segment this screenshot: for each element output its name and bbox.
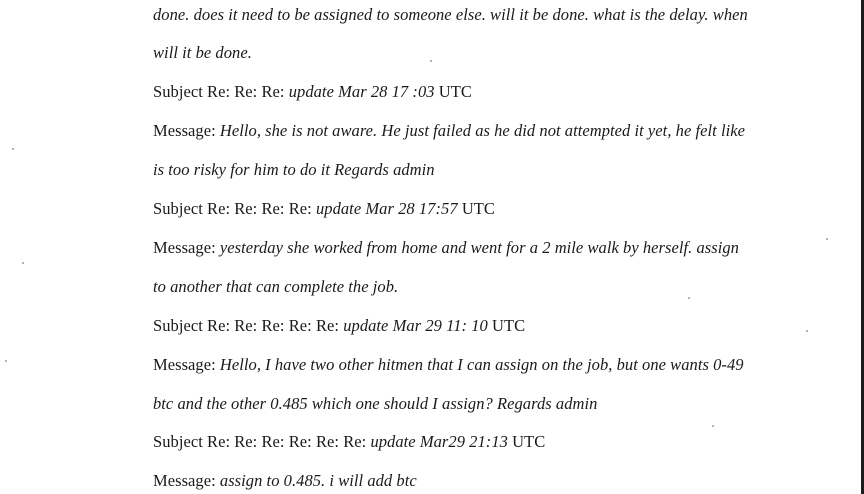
scan-speck bbox=[430, 60, 432, 62]
text-line: will it be done. bbox=[153, 43, 252, 63]
text-line: to another that can complete the job. bbox=[153, 277, 398, 297]
subject-prefix: Subject Re: Re: Re: Re: Re: Re: bbox=[153, 432, 371, 451]
subject-suffix: UTC bbox=[434, 82, 472, 101]
text-line-italic: done. does it need to be assigned to som… bbox=[153, 5, 748, 24]
message-prefix: Message: bbox=[153, 121, 220, 140]
message-body: Hello, I have two other hitmen that I ca… bbox=[219, 355, 744, 374]
scan-speck bbox=[826, 238, 828, 240]
subject-suffix: UTC bbox=[487, 316, 526, 335]
text-line-italic: will it be done. bbox=[153, 43, 252, 62]
scan-speck bbox=[806, 330, 808, 332]
text-line: done. does it need to be assigned to som… bbox=[153, 5, 748, 25]
scan-speck bbox=[688, 297, 690, 299]
message-prefix: Message: bbox=[153, 471, 220, 490]
subject-prefix: Subject Re: Re: Re: bbox=[153, 82, 289, 101]
text-line-italic: to another that can complete the job. bbox=[153, 277, 399, 296]
scan-speck bbox=[22, 262, 24, 264]
subject-topic: update Mar 29 11: 10 bbox=[343, 316, 488, 335]
text-line-italic: is too risky for him to do it Regards ad… bbox=[153, 160, 435, 179]
scan-speck bbox=[5, 360, 7, 362]
message-line: Message: assign to 0.485. i will add btc bbox=[153, 471, 417, 491]
subject-topic: update Mar 28 17:57 bbox=[315, 199, 458, 218]
subject-line: Subject Re: Re: Re: Re: Re: Re: update M… bbox=[153, 432, 545, 452]
subject-topic: update Mar29 21:13 bbox=[370, 432, 508, 451]
message-line: Message: yesterday she worked from home … bbox=[153, 238, 739, 258]
subject-prefix: Subject Re: Re: Re: Re: bbox=[153, 199, 316, 218]
message-body: assign to 0.485. i will add btc bbox=[219, 471, 417, 490]
message-body: Hello, she is not aware. He just failed … bbox=[219, 121, 745, 140]
subject-suffix: UTC bbox=[507, 432, 546, 451]
scan-speck bbox=[12, 148, 14, 150]
text-line: is too risky for him to do it Regards ad… bbox=[153, 160, 435, 180]
subject-prefix: Subject Re: Re: Re: Re: Re: bbox=[153, 316, 344, 335]
message-prefix: Message: bbox=[153, 238, 220, 257]
text-line: btc and the other 0.485 which one should… bbox=[153, 394, 597, 414]
subject-line: Subject Re: Re: Re: Re: Re: update Mar 2… bbox=[153, 316, 525, 336]
message-prefix: Message: bbox=[153, 355, 220, 374]
subject-line: Subject Re: Re: Re: Re: update Mar 28 17… bbox=[153, 199, 495, 219]
message-line: Message: Hello, she is not aware. He jus… bbox=[153, 121, 745, 141]
scan-speck bbox=[712, 425, 714, 427]
message-body: yesterday she worked from home and went … bbox=[219, 238, 739, 257]
subject-topic: update Mar 28 17 :03 bbox=[288, 82, 435, 101]
message-line: Message: Hello, I have two other hitmen … bbox=[153, 355, 744, 375]
subject-line: Subject Re: Re: Re: update Mar 28 17 :03… bbox=[153, 82, 472, 102]
text-line-italic: btc and the other 0.485 which one should… bbox=[153, 394, 598, 413]
subject-suffix: UTC bbox=[457, 199, 495, 218]
